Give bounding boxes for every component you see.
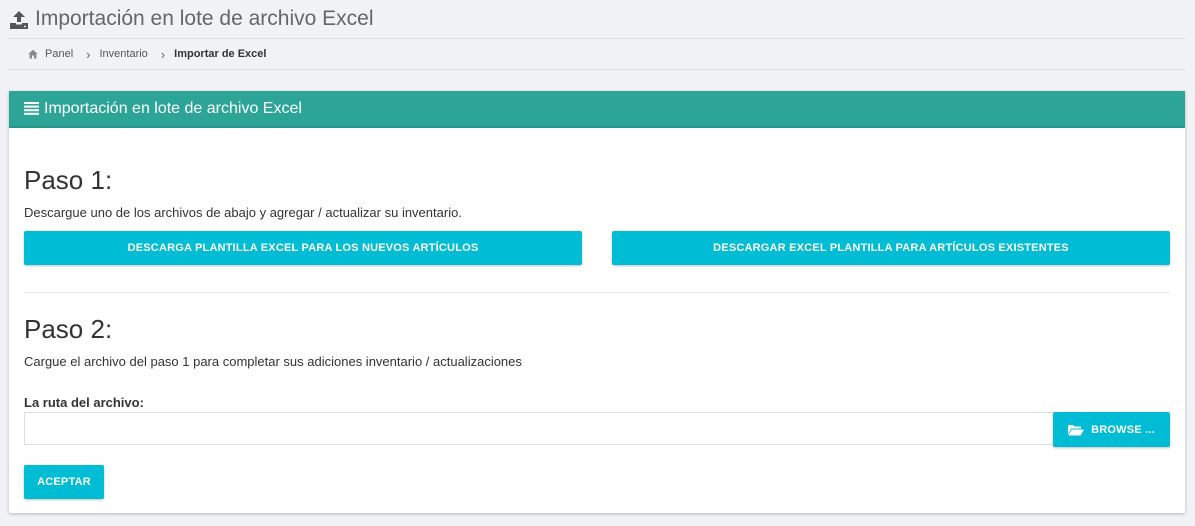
breadcrumb-item-inventario[interactable]: Inventario [99,48,147,60]
folder-open-icon [1068,424,1085,435]
step2-description: Cargue el archivo del paso 1 para comple… [24,354,522,369]
step2-title: Paso 2: [24,314,113,344]
download-existing-template-button[interactable]: DESCARGAR EXCEL PLANTILLA PARA ARTÍCULOS… [612,231,1170,265]
breadcrumb-item-current: Importar de Excel [174,48,267,60]
page-title: Importación en lote de archivo Excel [35,7,374,30]
divider [24,292,1170,293]
submit-button[interactable]: ACEPTAR [24,465,104,499]
home-icon [28,49,38,59]
file-path-label: La ruta del archivo: [24,395,144,410]
page-header: Importación en lote de archivo Excel [8,0,1185,39]
breadcrumb: Panel › Inventario › Importar de Excel [8,39,1185,70]
breadcrumb-item-panel[interactable]: Panel [45,48,73,60]
download-new-template-button[interactable]: DESCARGA PLANTILLA EXCEL PARA LOS NUEVOS… [24,231,582,265]
import-panel: Importación en lote de archivo Excel Pas… [9,91,1185,513]
chevron-right-icon: › [86,46,91,62]
panel-title: Importación en lote de archivo Excel [44,99,302,117]
step1-title: Paso 1: [24,165,113,195]
list-icon [24,102,39,115]
panel-heading: Importación en lote de archivo Excel [9,91,1185,128]
step1-description: Descargue uno de los archivos de abajo y… [24,205,462,220]
file-path-input[interactable] [24,412,1053,445]
chevron-right-icon: › [160,46,166,62]
browse-button[interactable]: BROWSE ... [1053,412,1170,447]
upload-icon [10,10,28,29]
browse-label: BROWSE ... [1091,423,1155,436]
